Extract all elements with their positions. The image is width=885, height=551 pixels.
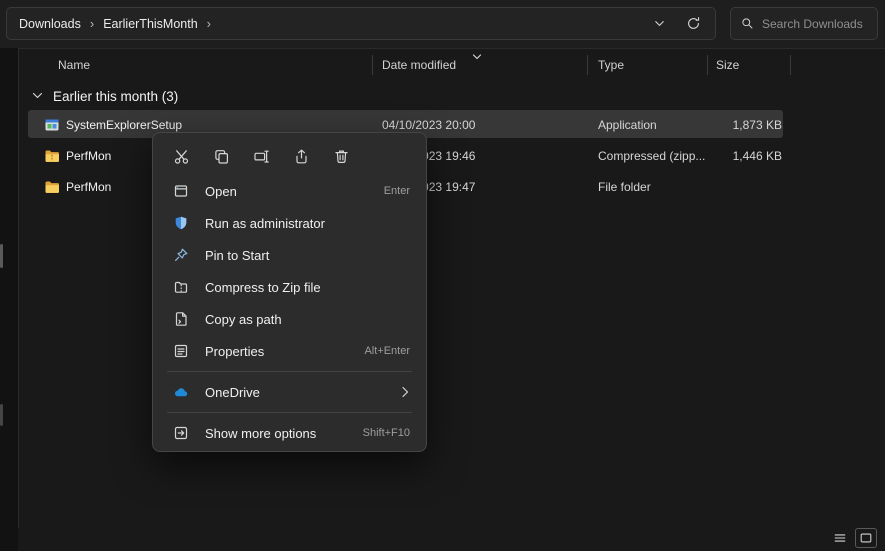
search-placeholder: Search Downloads — [762, 17, 863, 31]
column-divider[interactable] — [707, 55, 708, 75]
breadcrumb-chevron-icon[interactable]: › — [87, 16, 97, 31]
quick-actions-row — [157, 137, 422, 175]
menu-item-copy-as-path[interactable]: Copy as path — [157, 303, 422, 335]
file-row-perfmon-folder[interactable]: PerfMon 04/10/2023 19:47 File folder — [18, 171, 885, 202]
menu-shortcut: Enter — [384, 185, 410, 197]
show-more-options-icon — [173, 425, 189, 441]
file-size — [690, 171, 782, 202]
copy-icon — [213, 148, 230, 165]
navigation-pane-edge — [0, 48, 18, 551]
column-divider[interactable] — [372, 55, 373, 75]
shield-icon — [173, 215, 189, 231]
toolbar: Downloads › EarlierThisMonth › Search Do… — [0, 0, 885, 49]
context-menu: Open Enter Run as administrator Pin to S… — [152, 132, 427, 452]
large-icons-view-icon — [859, 531, 873, 545]
large-icons-view-button[interactable] — [855, 528, 877, 548]
menu-item-open[interactable]: Open Enter — [157, 175, 422, 207]
sort-indicator-icon[interactable] — [472, 53, 482, 61]
column-type[interactable]: Type — [598, 58, 624, 72]
properties-icon — [173, 343, 189, 359]
trash-icon — [333, 148, 350, 165]
menu-item-label: Copy as path — [205, 312, 282, 327]
file-size: 1,873 KB — [690, 109, 782, 140]
menu-item-label: Show more options — [205, 426, 316, 441]
column-divider[interactable] — [587, 55, 588, 75]
zip-folder-icon — [44, 148, 60, 164]
menu-shortcut: Shift+F10 — [363, 427, 410, 439]
details-view-button[interactable] — [830, 529, 850, 547]
column-divider[interactable] — [790, 55, 791, 75]
menu-item-label: Pin to Start — [205, 248, 269, 263]
folder-icon — [44, 179, 60, 195]
breadcrumb-downloads[interactable]: Downloads — [13, 14, 87, 34]
file-name: SystemExplorerSetup — [66, 118, 182, 132]
menu-item-pin-to-start[interactable]: Pin to Start — [157, 239, 422, 271]
menu-item-run-as-administrator[interactable]: Run as administrator — [157, 207, 422, 239]
file-name: PerfMon — [66, 180, 111, 194]
search-box[interactable]: Search Downloads — [730, 7, 878, 40]
share-icon — [293, 148, 310, 165]
menu-item-compress-to-zip[interactable]: Compress to Zip file — [157, 271, 422, 303]
view-toggles — [830, 528, 877, 548]
column-size[interactable]: Size — [716, 58, 739, 72]
menu-item-label: Properties — [205, 344, 264, 359]
address-bar[interactable]: Downloads › EarlierThisMonth › — [6, 7, 716, 40]
file-size: 1,446 KB — [690, 140, 782, 171]
file-row-perfmon-zip[interactable]: PerfMon 04/10/2023 19:46 Compressed (zip… — [18, 140, 885, 171]
menu-item-label: Open — [205, 184, 237, 199]
address-actions — [647, 12, 715, 36]
menu-item-label: Run as administrator — [205, 216, 325, 231]
chevron-down-icon — [653, 17, 666, 30]
search-icon — [741, 17, 754, 30]
delete-button[interactable] — [327, 142, 355, 170]
onedrive-cloud-icon — [173, 384, 189, 400]
zip-icon — [173, 279, 189, 295]
submenu-chevron-icon — [401, 386, 410, 398]
menu-item-onedrive[interactable]: OneDrive — [157, 376, 422, 408]
column-date-modified[interactable]: Date modified — [382, 58, 456, 72]
menu-separator — [167, 371, 412, 372]
menu-item-label: Compress to Zip file — [205, 280, 321, 295]
rename-icon — [253, 148, 270, 165]
group-label: Earlier this month (3) — [53, 89, 178, 104]
menu-shortcut: Alt+Enter — [364, 345, 410, 357]
copy-path-icon — [173, 311, 189, 327]
address-dropdown-button[interactable] — [647, 12, 671, 36]
file-row-systemexplorersetup[interactable]: SystemExplorerSetup 04/10/2023 20:00 App… — [18, 109, 885, 140]
breadcrumb-earlierthismonth[interactable]: EarlierThisMonth — [97, 14, 203, 34]
copy-button[interactable] — [207, 142, 235, 170]
breadcrumb: Downloads › EarlierThisMonth › — [7, 14, 214, 34]
column-name[interactable]: Name — [58, 58, 90, 72]
file-type: File folder — [598, 171, 651, 202]
menu-separator — [167, 412, 412, 413]
menu-item-properties[interactable]: Properties Alt+Enter — [157, 335, 422, 367]
menu-item-show-more-options[interactable]: Show more options Shift+F10 — [157, 417, 422, 449]
file-name: PerfMon — [66, 149, 111, 163]
rename-button[interactable] — [247, 142, 275, 170]
pin-icon — [173, 247, 189, 263]
scissors-icon — [173, 148, 190, 165]
refresh-icon — [686, 16, 701, 31]
file-type: Application — [598, 109, 657, 140]
nav-scrollbar-thumb[interactable] — [0, 404, 3, 426]
installer-file-icon — [44, 117, 60, 133]
group-header[interactable]: Earlier this month (3) — [18, 83, 178, 109]
details-view-icon — [833, 531, 847, 545]
open-icon — [173, 183, 189, 199]
menu-item-label: OneDrive — [205, 385, 260, 400]
column-headers: Name Date modified Type Size — [18, 48, 885, 82]
breadcrumb-chevron-icon[interactable]: › — [204, 16, 214, 31]
cut-button[interactable] — [167, 142, 195, 170]
share-button[interactable] — [287, 142, 315, 170]
group-collapse-icon[interactable] — [32, 92, 43, 100]
nav-scrollbar-thumb[interactable] — [0, 244, 3, 268]
refresh-button[interactable] — [681, 12, 705, 36]
